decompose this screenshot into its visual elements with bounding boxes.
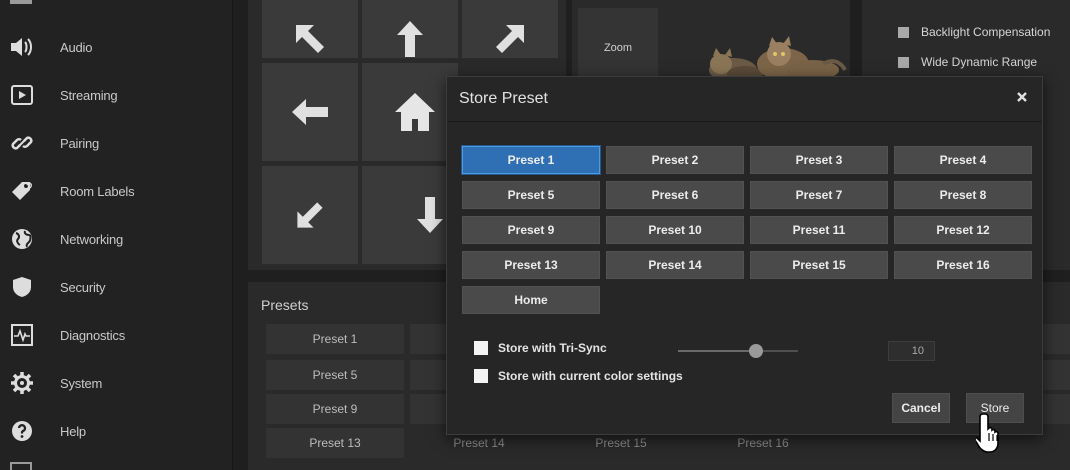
backlight-compensation-option[interactable]: Backlight Compensation — [898, 25, 1050, 39]
preset-button[interactable]: Preset 3 — [750, 146, 888, 174]
pulse-icon — [10, 323, 34, 347]
preset-button[interactable]: Preset 13 — [462, 251, 600, 279]
dialog-divider — [447, 121, 1042, 122]
bg-preset-button[interactable] — [1043, 324, 1070, 354]
bg-preset-button[interactable] — [410, 360, 446, 390]
preset-button[interactable]: Preset 10 — [606, 216, 744, 244]
tilt-up-button[interactable] — [362, 0, 458, 58]
tag-icon — [10, 179, 34, 203]
sidebar-bottom-edge — [10, 462, 32, 470]
home-icon — [395, 93, 435, 131]
sidebar-item-security[interactable]: Security — [0, 263, 233, 311]
cancel-button[interactable]: Cancel — [892, 393, 950, 423]
sidebar-item-system[interactable]: System — [0, 359, 233, 407]
tri-sync-value-field[interactable]: 10 — [888, 341, 935, 361]
hand-cursor-icon — [976, 413, 999, 453]
sidebar-item-label: Streaming — [60, 87, 118, 103]
sidebar-item-label: Audio — [60, 39, 93, 55]
slider-thumb[interactable] — [749, 344, 763, 358]
arrow-up-right-icon — [496, 25, 524, 53]
bg-preset-button[interactable] — [1043, 360, 1070, 390]
preset-button[interactable]: Preset 2 — [606, 146, 744, 174]
play-icon — [10, 83, 34, 107]
sidebar-item-label: Pairing — [60, 135, 100, 151]
speaker-icon — [10, 35, 34, 59]
bg-preset-button[interactable] — [410, 324, 446, 354]
sidebar-top-edge — [10, 0, 32, 4]
pan-down-left-button[interactable] — [262, 166, 358, 264]
store-preset-dialog: Store Preset Preset 1 Preset 2 Preset 3 Pre… — [446, 76, 1043, 435]
preset-button[interactable]: Preset 9 — [462, 216, 600, 244]
pan-left-button[interactable] — [262, 63, 358, 161]
color-settings-checkbox[interactable] — [474, 369, 488, 383]
bg-preset-button[interactable]: Preset 9 — [266, 394, 404, 424]
gear-icon — [10, 371, 34, 395]
sidebar-item-audio[interactable]: Audio — [0, 23, 233, 71]
preset-button[interactable]: Preset 5 — [462, 181, 600, 209]
shield-icon — [10, 275, 34, 299]
arrow-up-left-icon — [296, 25, 324, 53]
zoom-label: Zoom — [603, 42, 633, 54]
wdr-checkbox[interactable] — [898, 56, 909, 68]
bg-preset-button[interactable] — [1043, 394, 1070, 424]
close-icon — [1017, 92, 1027, 102]
arrow-down-icon — [417, 197, 443, 233]
tri-sync-checkbox[interactable] — [474, 341, 488, 355]
preset-button[interactable]: Preset 1 — [462, 146, 600, 174]
preset-button[interactable]: Preset 7 — [750, 181, 888, 209]
preset-button[interactable]: Preset 4 — [894, 146, 1032, 174]
sidebar-item-help[interactable]: Help — [0, 407, 233, 455]
sidebar-item-label: Security — [60, 279, 106, 295]
arrow-left-icon — [292, 99, 328, 125]
globe-icon — [10, 227, 34, 251]
bg-preset-button[interactable] — [410, 394, 446, 424]
home-position-button[interactable] — [362, 63, 458, 161]
sidebar-item-label: Networking — [60, 231, 124, 247]
tri-sync-option[interactable]: Store with Tri-Sync — [474, 341, 607, 355]
bg-preset-button[interactable]: Preset 5 — [266, 360, 404, 390]
sidebar-item-diagnostics[interactable]: Diagnostics — [0, 311, 233, 359]
close-button[interactable] — [1012, 87, 1032, 107]
preset-button[interactable]: Preset 8 — [894, 181, 1032, 209]
sidebar: Audio Streaming Pairing Room Labels Netw… — [0, 0, 233, 470]
backlight-checkbox[interactable] — [898, 26, 909, 38]
color-settings-option[interactable]: Store with current color settings — [474, 369, 683, 383]
sidebar-item-networking[interactable]: Networking — [0, 215, 233, 263]
sidebar-item-label: Diagnostics — [60, 327, 125, 343]
preset-button[interactable]: Preset 6 — [606, 181, 744, 209]
presets-panel-title: Presets — [261, 297, 309, 313]
slider-fill — [678, 350, 756, 352]
dialog-title: Store Preset — [459, 90, 548, 107]
bg-preset-button[interactable]: Preset 1 — [266, 324, 404, 354]
tri-sync-label: Store with Tri-Sync — [498, 341, 607, 355]
preset-button[interactable]: Preset 14 — [606, 251, 744, 279]
arrow-up-icon — [397, 21, 423, 57]
preset-button[interactable]: Preset 15 — [750, 251, 888, 279]
tri-sync-slider[interactable] — [678, 344, 798, 358]
wdr-label: Wide Dynamic Range — [921, 55, 1038, 69]
backlight-label: Backlight Compensation — [921, 25, 1051, 39]
preset-button[interactable]: Preset 11 — [750, 216, 888, 244]
link-icon — [10, 131, 34, 155]
preset-button[interactable]: Preset 16 — [894, 251, 1032, 279]
pan-up-right-button[interactable] — [462, 0, 558, 58]
home-preset-button[interactable]: Home — [462, 286, 600, 314]
sidebar-item-streaming[interactable]: Streaming — [0, 71, 233, 119]
pan-up-left-button[interactable] — [262, 0, 358, 58]
sidebar-item-room-labels[interactable]: Room Labels — [0, 167, 233, 215]
sidebar-item-label: System — [60, 375, 103, 391]
sidebar-item-label: Help — [60, 423, 86, 439]
bg-preset-button[interactable]: Preset 13 — [266, 428, 404, 458]
arrow-down-left-icon — [297, 202, 323, 228]
sidebar-item-pairing[interactable]: Pairing — [0, 119, 233, 167]
wide-dynamic-range-option[interactable]: Wide Dynamic Range — [898, 55, 1037, 69]
preset-button[interactable]: Preset 12 — [894, 216, 1032, 244]
tilt-down-button[interactable] — [362, 166, 458, 264]
sidebar-item-label: Room Labels — [60, 183, 135, 199]
color-settings-label: Store with current color settings — [498, 369, 683, 383]
help-icon — [10, 419, 34, 443]
